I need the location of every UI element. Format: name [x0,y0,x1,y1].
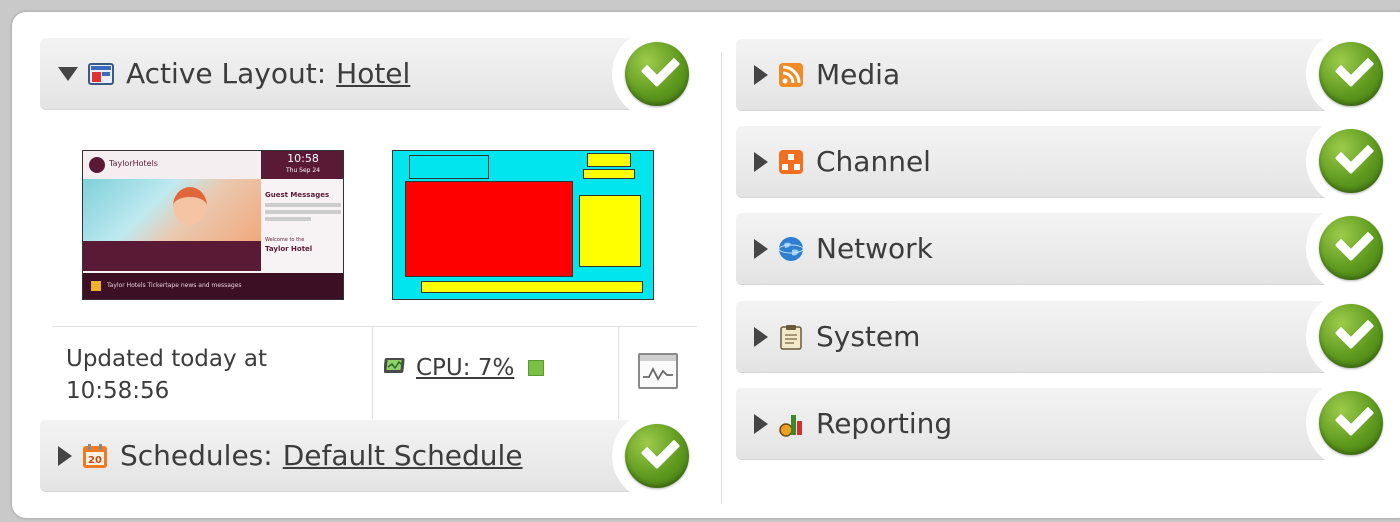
last-updated: Updated today at 10:58:56 [66,343,356,407]
reporting-icon [778,411,804,437]
thumb-clock-sub: Thu Sep 24 [285,167,321,174]
globe-icon [778,236,804,262]
expand-arrow-icon[interactable] [58,445,72,466]
check-icon [1319,216,1383,280]
section-system[interactable]: System [736,301,1376,373]
schedules-header[interactable]: 20 Schedules: Default Schedule [40,420,680,492]
layout-icon [88,61,114,87]
monitor-icon [383,356,406,380]
layout-zones-thumbnail[interactable] [392,150,654,300]
check-icon [1319,304,1383,368]
section-media-label: Media [816,58,901,91]
thumb-welcome: Welcome to the [265,237,305,243]
rss-icon [778,62,804,88]
channel-status [1306,116,1396,206]
zone-side [579,195,641,267]
check-icon [1319,129,1383,193]
updated-label: Updated today at [66,346,268,372]
check-icon [625,42,689,106]
section-network[interactable]: Network [736,213,1376,285]
cpu-link[interactable]: CPU: 7% [416,355,514,381]
section-reporting-label: Reporting [816,407,953,440]
zone-clock [587,153,631,167]
performance-graph-icon[interactable] [638,353,678,389]
schedules-link[interactable]: Default Schedule [283,439,523,472]
schedules-status [612,411,702,501]
system-status [1306,291,1396,381]
section-channel[interactable]: Channel [736,126,1376,198]
layout-preview-thumbnail[interactable]: TaylorHotels 10:58 Thu Sep 24 Guest Mess… [82,150,344,300]
check-icon [1319,391,1383,455]
thumb-ticker: Taylor Hotels Tickertape news and messag… [107,282,242,289]
status-row: Updated today at 10:58:56 CPU: 7% [52,326,697,419]
active-layout-header[interactable]: Active Layout: Hotel [40,38,680,110]
check-icon [1319,42,1383,106]
expand-arrow-icon[interactable] [754,413,768,434]
thumb-clock: 10:58 [287,152,319,165]
cpu-usage: CPU: 7% [383,355,545,381]
section-channel-label: Channel [816,145,931,178]
clipboard-icon [778,324,804,350]
cpu-status-indicator [528,360,545,376]
zone-logo [409,155,489,179]
updated-time: 10:58:56 [66,378,170,404]
section-system-label: System [816,320,921,353]
expand-arrow-icon[interactable] [754,151,768,172]
svg-text:20: 20 [88,455,102,466]
zone-main [405,181,573,277]
schedules-label: Schedules: [120,439,273,472]
thumb-guest-messages: Guest Messages [265,191,330,199]
thumb-brand: TaylorHotels [109,159,158,168]
expand-arrow-icon[interactable] [754,64,768,85]
channel-icon [778,149,804,175]
zone-date [583,169,635,179]
network-status [1306,203,1396,293]
collapse-arrow-icon[interactable] [58,66,78,81]
section-network-label: Network [816,232,933,265]
check-icon [625,424,689,488]
active-layout-status [612,29,702,119]
column-divider [721,52,722,504]
device-status-panel: Active Layout: Hotel TaylorHotels 10:58 … [12,12,1400,518]
section-media[interactable]: Media [736,39,1376,111]
active-layout-link[interactable]: Hotel [336,57,410,90]
section-reporting[interactable]: Reporting [736,388,1376,460]
zone-ticker [421,281,643,293]
expand-arrow-icon[interactable] [754,238,768,259]
thumb-photo [83,179,261,241]
media-status [1306,29,1396,119]
active-layout-label: Active Layout: [126,57,327,90]
calendar-icon: 20 [82,443,108,469]
thumb-hotel-name: Taylor Hotel [265,245,313,253]
expand-arrow-icon[interactable] [754,326,768,347]
reporting-status [1306,378,1396,468]
